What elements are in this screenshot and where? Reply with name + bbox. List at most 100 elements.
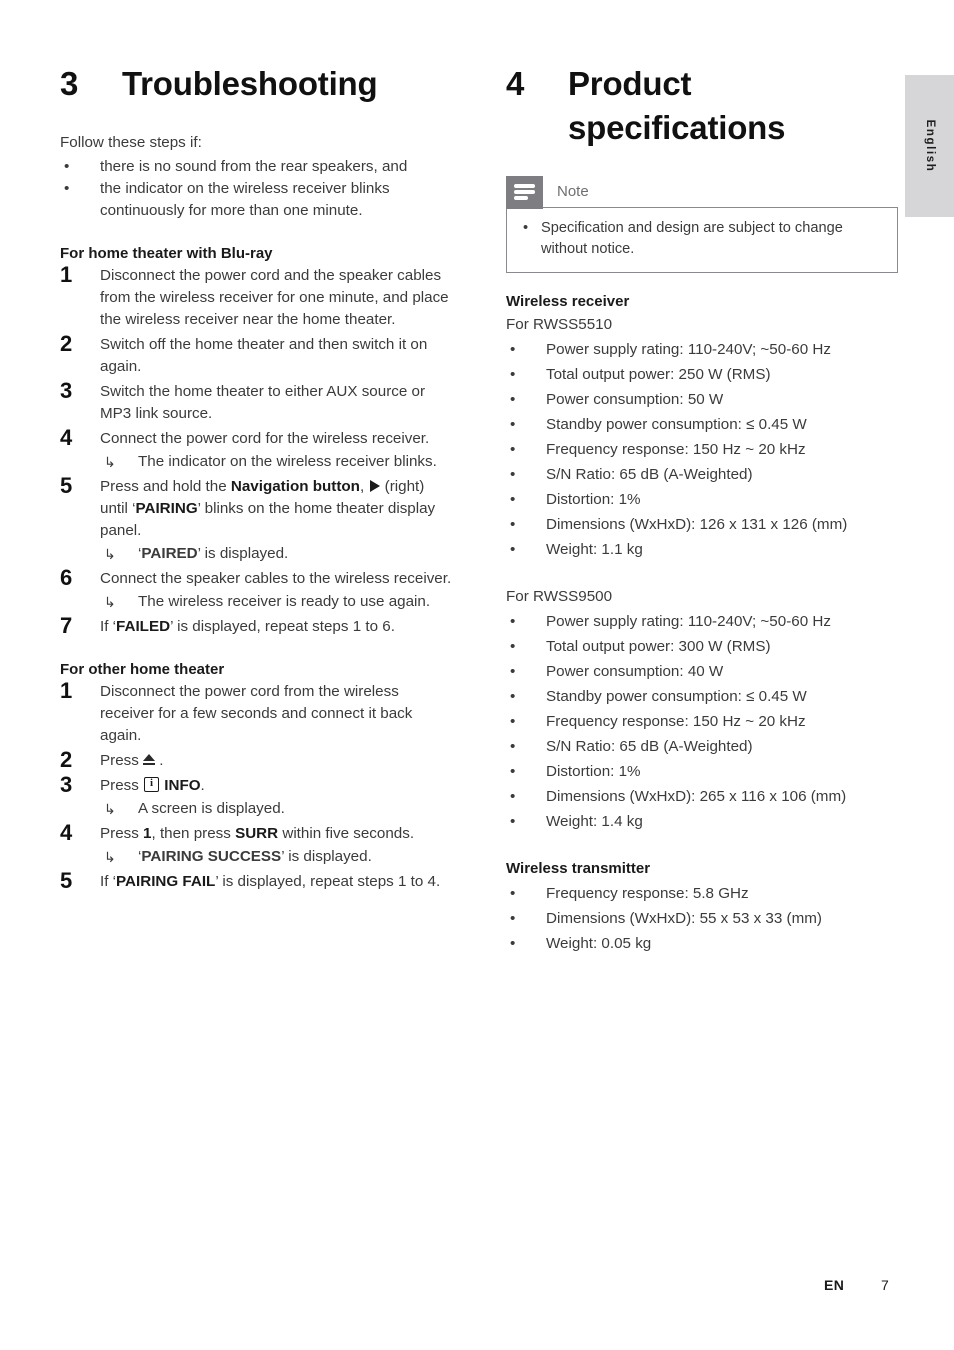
eject-icon [143,753,156,766]
step-result: ↳ ‘PAIRED’ is displayed. [100,543,452,565]
steps-bluray: 1 Disconnect the power cord and the spea… [60,262,452,638]
step-number: 3 [60,378,73,403]
step-text: Press 1, then press SURR within five sec… [100,825,414,842]
note-header: Note [506,176,898,208]
step-result: ↳ The indicator on the wireless receiver… [100,451,452,473]
step-item: 4 Press 1, then press SURR within five s… [60,820,452,868]
result-arrow-icon: ↳ [104,546,116,562]
chapter-title-line1: Product [568,65,692,102]
section-heading-other: For other home theater [60,661,225,678]
bullet-glyph: • [64,180,70,197]
step-item: 3 Press INFO. ↳ A screen is displayed. [60,772,452,820]
note-lines-icon-overlay [506,176,543,208]
step-text-pre: Press [100,777,144,794]
step-item: 5 Press and hold the Navigation button, … [60,473,452,565]
step-text-pre: Press [100,752,144,769]
bullet-glyph: • [510,763,516,780]
step-text-pre: Press and hold the [100,478,231,495]
step-text: Press and hold the Navigation button, (r… [100,478,435,539]
list-item: • Dimensions (WxHxD): 126 x 131 x 126 (mm… [506,512,898,537]
list-item: • Weight: 1.1 kg [506,537,898,562]
bullet-glyph: • [510,688,516,705]
result-text-emphasis: PAIRED [141,545,198,562]
result-text-post: ’ is displayed. [197,545,289,562]
step-item: 1 Disconnect the power cord and the spea… [60,262,452,331]
list-item-label: Weight: 1.4 kg [546,813,643,830]
result-text: ‘PAIRED’ is displayed. [138,545,288,562]
list-item: • Specification and design are subject t… [519,218,885,260]
list-item-label: Power consumption: 50 W [546,391,724,408]
result-text: ‘PAIRING SUCCESS’ is displayed. [138,848,372,865]
step-number: 5 [60,473,73,498]
step-text: Connect the power cord for the wireless … [100,430,430,447]
step-text-emphasis-b: PAIRING [135,500,198,517]
bullet-glyph: • [510,638,516,655]
list-item-label: Dimensions (WxHxD): 265 x 116 x 106 (mm) [546,788,847,805]
list-item: • Total output power: 250 W (RMS) [506,362,898,387]
step-number: 4 [60,820,73,845]
chapter-number: 3 [60,65,79,102]
spec-list-5510: • Power supply rating: 110-240V; ~50-60 H… [506,337,898,562]
list-item: • Weight: 0.05 kg [506,931,898,956]
triangle-right-icon [370,480,381,492]
spec-model-label-5510: For RWSS5510 [506,316,613,333]
list-item: • S/N Ratio: 65 dB (A-Weighted) [506,734,898,759]
result-text: The indicator on the wireless receiver b… [138,453,437,470]
list-item-label: the indicator on the wireless receiver b… [100,180,390,219]
list-item-label: Frequency response: 150 Hz ~ 20 kHz [546,441,806,458]
spec-model-label-9500: For RWSS9500 [506,588,613,605]
step-number: 4 [60,425,73,450]
step-text-post: ’ is displayed, repeat steps 1 to 4. [215,873,441,890]
page-footer: EN 7 [0,1277,954,1299]
step-text: If ‘PAIRING FAIL’ is displayed, repeat s… [100,873,440,890]
step-result: ↳ A screen is displayed. [100,798,452,820]
list-item: • Standby power consumption: ≤ 0.45 W [506,684,898,709]
step-result: ↳ ‘PAIRING SUCCESS’ is displayed. [100,846,452,868]
step-text: Disconnect the power cord and the speake… [100,267,449,328]
list-item-label: Total output power: 250 W (RMS) [546,366,771,383]
bullet-glyph: • [510,441,516,458]
step-text-emphasis-b: SURR [235,825,279,842]
step-result: ↳ The wireless receiver is ready to use … [100,591,452,613]
list-item: • Weight: 1.4 kg [506,809,898,834]
list-item-label: Power supply rating: 110-240V; ~50-60 Hz [546,613,831,630]
result-arrow-icon: ↳ [104,801,116,817]
bullet-glyph: • [510,491,516,508]
note-title: Note [557,183,589,200]
step-text-pre: If ‘ [100,618,117,635]
list-item-label: Power consumption: 40 W [546,663,724,680]
language-tab-label: English [923,119,936,173]
bullet-glyph: • [64,158,70,175]
step-text: Disconnect the power cord from the wirel… [100,683,413,744]
step-text: Switch off the home theater and then swi… [100,336,428,375]
note-callout: Note • Specification and design are subj… [506,176,898,273]
bullet-glyph: • [510,516,516,533]
step-text: Press . [100,752,164,769]
bullet-glyph: • [510,910,516,927]
step-text: Switch the home theater to either AUX so… [100,383,426,422]
result-text: A screen is displayed. [138,800,285,817]
list-item-label: Frequency response: 150 Hz ~ 20 kHz [546,713,806,730]
step-text: Press INFO. [100,775,205,794]
info-icon [144,775,160,792]
step-item: 7 If ‘FAILED’ is displayed, repeat steps… [60,613,452,638]
list-item-label: there is no sound from the rear speakers… [100,158,408,175]
chapter-title: Product specifications [568,62,785,150]
bullet-glyph: • [510,366,516,383]
result-text-post: ’ is displayed. [281,848,372,865]
list-item-label: Dimensions (WxHxD): 55 x 53 x 33 (mm) [546,910,822,927]
steps-other: 1 Disconnect the power cord from the wir… [60,678,452,893]
bullet-glyph: • [510,416,516,433]
step-item: 2 Press . [60,747,452,772]
spec-list-9500: • Power supply rating: 110-240V; ~50-60 H… [506,609,898,834]
list-item: • Distortion: 1% [506,487,898,512]
spec-heading-wireless-receiver: Wireless receiver [506,293,630,310]
bullet-glyph: • [510,391,516,408]
step-text-emphasis: 1 [143,825,152,842]
step-item: 5 If ‘PAIRING FAIL’ is displayed, repeat… [60,868,452,893]
bullet-glyph: • [510,663,516,680]
chapter-number: 4 [506,65,525,102]
step-number: 2 [60,331,73,356]
step-text-post: . [155,752,164,769]
